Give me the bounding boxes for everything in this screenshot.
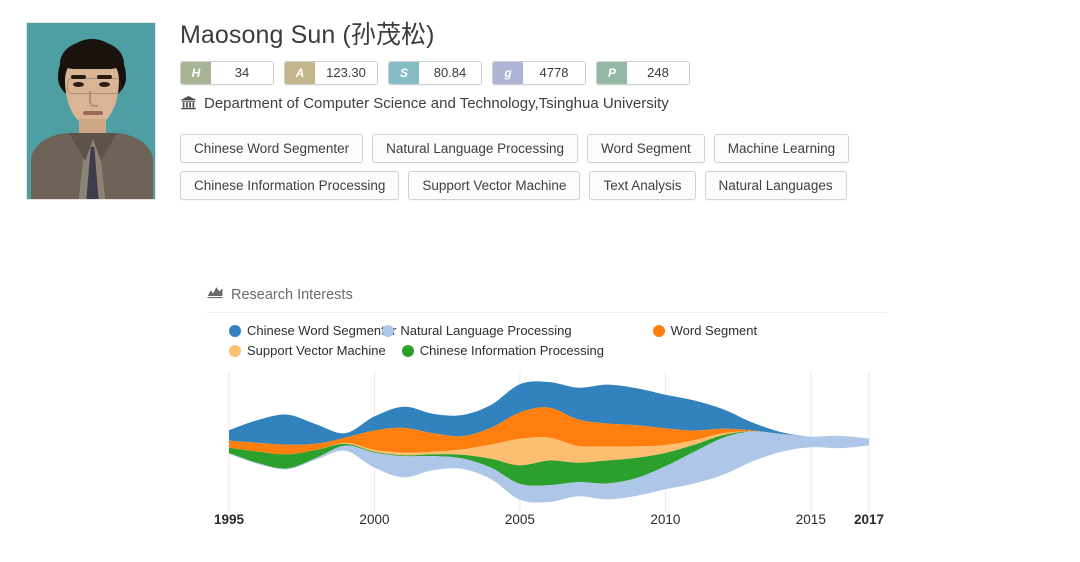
scholar-name: Maosong Sun (孙茂松) bbox=[180, 21, 435, 49]
research-interests-streamgraph bbox=[207, 372, 887, 512]
chart-legend: Chinese Word Segmenter Natural Language P… bbox=[207, 323, 847, 358]
legend-label: Natural Language Processing bbox=[400, 323, 572, 338]
metric-badge-a-index[interactable]: A 123.30 bbox=[284, 60, 378, 85]
metric-key: P bbox=[597, 61, 627, 84]
portrait-eyebrow-right bbox=[97, 75, 112, 79]
affiliation: Department of Computer Science and Techn… bbox=[180, 95, 1080, 112]
legend-item[interactable]: Word Segment bbox=[652, 323, 758, 338]
research-interests-title: Research Interests bbox=[231, 286, 353, 303]
keyword-tag[interactable]: Natural Language Processing bbox=[372, 133, 578, 163]
keyword-tag[interactable]: Support Vector Machine bbox=[408, 170, 581, 200]
axis-tick-label: 2017 bbox=[853, 512, 885, 527]
legend-item[interactable]: Natural Language Processing bbox=[382, 323, 572, 338]
keyword-tag-row: Chinese Information Processing Support Ve… bbox=[180, 170, 1080, 200]
metric-key: S bbox=[389, 61, 419, 84]
research-interests-header: Research Interests bbox=[207, 285, 887, 313]
metric-badge-h-index[interactable]: H 34 bbox=[180, 60, 274, 85]
legend-label: Support Vector Machine bbox=[247, 343, 386, 358]
legend-label: Word Segment bbox=[670, 323, 758, 338]
legend-color-dot bbox=[382, 324, 395, 337]
axis-tick-label: 2000 bbox=[359, 512, 390, 527]
scholar-info: Maosong Sun (孙茂松) H 34 A 123.30 S 80.84 g 4778 P… bbox=[156, 21, 1080, 200]
metric-key: A bbox=[285, 61, 315, 84]
metric-value: 80.84 bbox=[419, 61, 481, 84]
legend-label: Chinese Word Segmenter bbox=[247, 323, 397, 338]
metric-badge-g-index[interactable]: g 4778 bbox=[492, 60, 586, 85]
keyword-tag-list: Chinese Word Segmenter Natural Language P… bbox=[180, 133, 1080, 200]
legend-color-dot bbox=[229, 344, 241, 357]
portrait-mouth bbox=[83, 111, 103, 115]
legend-row: Support Vector Machine Chinese Informatio… bbox=[207, 343, 847, 358]
metric-badge-s-index[interactable]: S 80.84 bbox=[388, 60, 482, 85]
legend-color-dot bbox=[652, 324, 665, 337]
keyword-tag-row: Chinese Word Segmenter Natural Language P… bbox=[180, 133, 1080, 163]
axis-tick-label: 2015 bbox=[795, 512, 826, 527]
portrait-eye-right bbox=[99, 82, 110, 87]
legend-item[interactable]: Chinese Information Processing bbox=[401, 343, 605, 358]
portrait-eye-left bbox=[73, 82, 84, 87]
legend-item[interactable]: Chinese Word Segmenter bbox=[229, 323, 396, 338]
metric-value: 123.30 bbox=[315, 61, 377, 84]
legend-row: Chinese Word Segmenter Natural Language P… bbox=[207, 323, 847, 338]
metric-badge-publications[interactable]: P 248 bbox=[596, 60, 690, 85]
keyword-tag[interactable]: Machine Learning bbox=[713, 133, 850, 163]
scholar-portrait-photo bbox=[26, 22, 156, 200]
legend-color-dot bbox=[229, 324, 241, 337]
portrait-eyebrow-left bbox=[71, 75, 86, 79]
metric-value: 34 bbox=[211, 61, 273, 84]
metric-key: H bbox=[181, 61, 211, 84]
chart-x-axis: 1995 2000 2005 2010 2015 2017 bbox=[207, 512, 887, 534]
axis-tick-label: 2005 bbox=[504, 512, 535, 527]
metric-badge-list: H 34 A 123.30 S 80.84 g 4778 P 248 bbox=[180, 60, 1080, 85]
keyword-tag[interactable]: Chinese Information Processing bbox=[180, 170, 400, 200]
scholar-profile-card: Maosong Sun (孙茂松) H 34 A 123.30 S 80.84 g 4778 P… bbox=[0, 0, 1080, 200]
research-interests-panel: Research Interests Chinese Word Segmente… bbox=[207, 285, 887, 363]
legend-label: Chinese Information Processing bbox=[419, 343, 605, 358]
metric-key: g bbox=[493, 61, 523, 84]
legend-item[interactable]: Support Vector Machine bbox=[229, 343, 386, 358]
keyword-tag[interactable]: Word Segment bbox=[586, 133, 705, 163]
portrait-hair-front bbox=[60, 41, 124, 69]
legend-color-dot bbox=[401, 344, 414, 357]
bank-icon bbox=[180, 95, 197, 111]
axis-tick-label: 2010 bbox=[650, 512, 681, 527]
keyword-tag[interactable]: Natural Languages bbox=[704, 170, 847, 200]
affiliation-text: Department of Computer Science and Techn… bbox=[204, 94, 669, 112]
keyword-tag[interactable]: Text Analysis bbox=[589, 170, 696, 200]
portrait-nose bbox=[89, 91, 98, 107]
axis-tick-label: 1995 bbox=[213, 512, 245, 527]
keyword-tag[interactable]: Chinese Word Segmenter bbox=[180, 133, 364, 163]
metric-value: 248 bbox=[627, 61, 689, 84]
area-chart-icon bbox=[207, 285, 223, 304]
streamgraph-svg bbox=[228, 372, 870, 512]
metric-value: 4778 bbox=[523, 61, 585, 84]
